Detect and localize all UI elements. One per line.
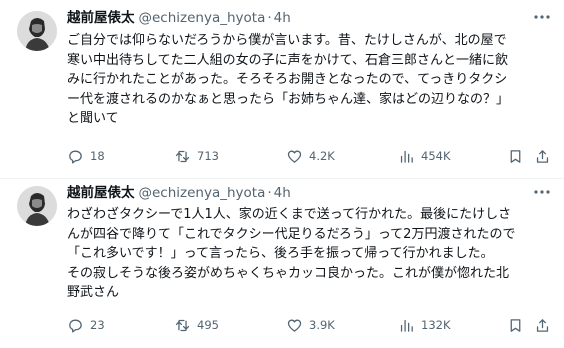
like-count: 4.2K (309, 149, 335, 163)
tweet-text: わざわざタクシーで1人1人、家の近くまで送って行かれた。最後にたけしさ んが四谷… (67, 207, 516, 301)
reply-count: 18 (90, 149, 105, 163)
tweet-feed: 越前屋俵太 @echizenya_hyota · 4h ご自分では仰らないだろうから僕… (0, 0, 564, 348)
tweet[interactable]: 越前屋俵太 @echizenya_hyota · 4h わざわざタクシーで1人1人、家… (0, 178, 564, 348)
heart-icon (287, 319, 302, 332)
repost-count: 713 (197, 149, 219, 163)
tweet-header: 越前屋俵太 @echizenya_hyota · 4h (67, 9, 291, 27)
bookmark-icon (510, 149, 521, 163)
repost-icon (175, 150, 190, 162)
avatar-image (17, 186, 57, 226)
views-count: 132K (421, 318, 451, 332)
author-handle[interactable]: @echizenya_hyota (139, 185, 266, 201)
avatar[interactable] (17, 186, 57, 226)
author-name[interactable]: 越前屋俵太 (67, 10, 135, 26)
repost-button[interactable]: 713 (174, 146, 219, 166)
share-button[interactable] (534, 146, 551, 166)
more-icon[interactable] (532, 9, 552, 25)
like-button[interactable]: 4.2K (286, 146, 335, 166)
tweet-header: 越前屋俵太 @echizenya_hyota · 4h (67, 184, 291, 202)
tweet-text: ご自分では仰らないだろうから僕が言います。昔、たけしさんが、北の屋で 寒い中出待… (67, 33, 510, 127)
like-button[interactable]: 3.9K (286, 315, 335, 335)
reply-icon (69, 150, 82, 164)
author-name[interactable]: 越前屋俵太 (67, 185, 135, 201)
reply-icon (69, 319, 82, 333)
views-icon (400, 150, 413, 163)
heart-icon (287, 150, 302, 163)
bookmark-button[interactable] (507, 146, 524, 166)
repost-count: 495 (197, 318, 219, 332)
reply-count: 23 (90, 318, 105, 332)
timestamp[interactable]: 4h (274, 185, 291, 201)
avatar[interactable] (17, 11, 57, 51)
views-count: 454K (421, 149, 451, 163)
share-button[interactable] (534, 315, 551, 335)
bookmark-button[interactable] (507, 315, 524, 335)
tweet-actions: 23 495 3.9K 132K (67, 315, 551, 335)
bookmark-icon (510, 318, 521, 332)
repost-button[interactable]: 495 (174, 315, 219, 335)
tweet-actions: 18 713 4.2K 454K (67, 146, 551, 166)
tweet[interactable]: 越前屋俵太 @echizenya_hyota · 4h ご自分では仰らないだろうから僕… (0, 0, 564, 178)
separator-dot: · (267, 10, 272, 26)
more-icon[interactable] (532, 184, 552, 200)
reply-button[interactable]: 18 (67, 146, 105, 166)
author-handle[interactable]: @echizenya_hyota (139, 10, 266, 26)
timestamp[interactable]: 4h (274, 10, 291, 26)
reply-button[interactable]: 23 (67, 315, 105, 335)
like-count: 3.9K (309, 318, 335, 332)
separator-dot: · (267, 185, 272, 201)
views-button[interactable]: 132K (398, 315, 451, 335)
repost-icon (175, 319, 190, 331)
views-icon (400, 319, 413, 332)
avatar-image (17, 11, 57, 51)
share-icon (536, 318, 549, 332)
views-button[interactable]: 454K (398, 146, 451, 166)
share-icon (536, 149, 549, 163)
